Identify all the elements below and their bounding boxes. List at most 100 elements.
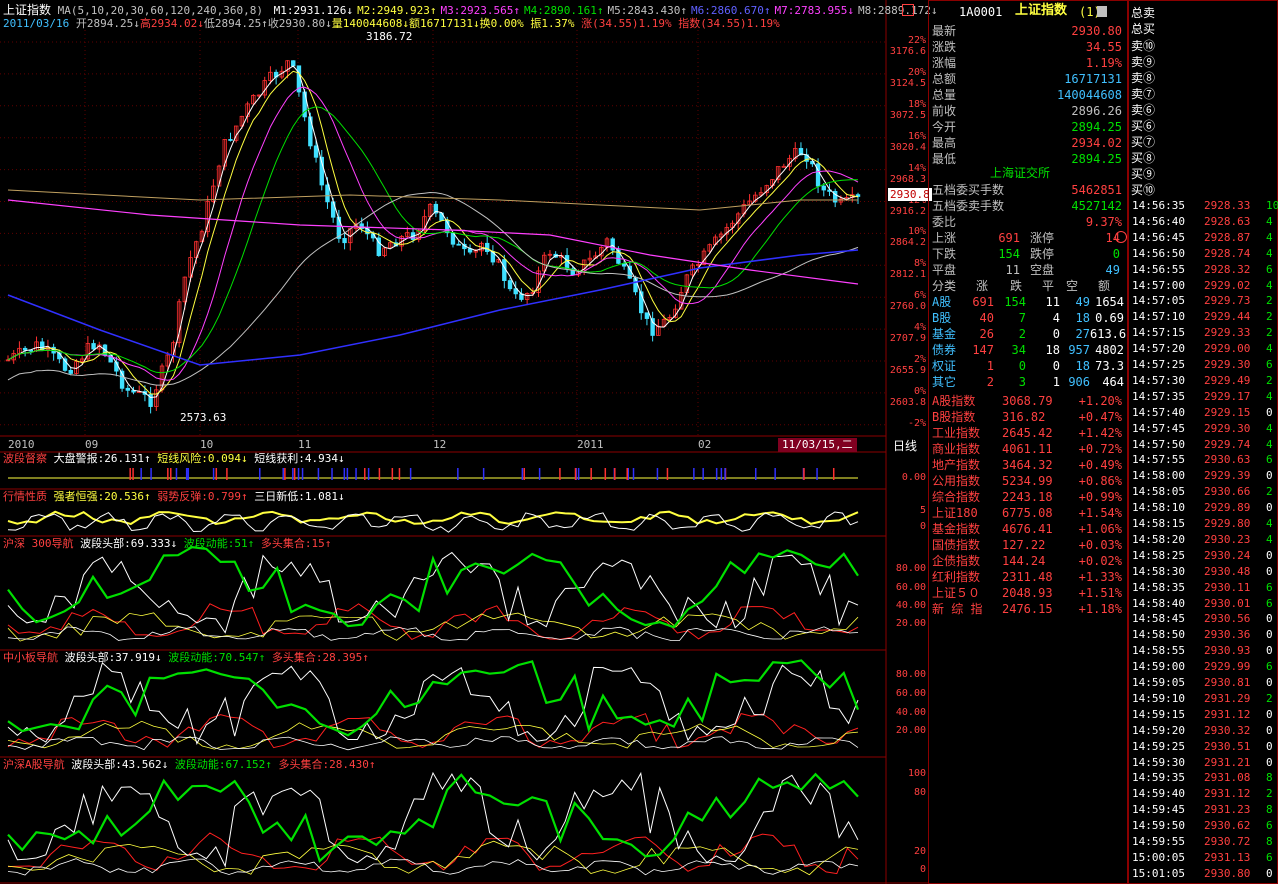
- quote-value: 1.19%: [1085, 56, 1122, 70]
- cat-head-cell: 空: [1066, 279, 1079, 293]
- index-pct: +1.06%: [1078, 522, 1122, 536]
- buy-level: 买⑩: [1131, 183, 1156, 197]
- index-value: 2048.93: [1002, 586, 1053, 600]
- buy-level: 买⑧: [1131, 151, 1156, 165]
- cat-down: 0: [1018, 359, 1026, 373]
- ind1-name[interactable]: 波段督察: [3, 452, 47, 465]
- axis-price: 2968.3: [889, 173, 926, 185]
- tick-amount: 0: [1266, 723, 1273, 737]
- tick-row: 15:01:05 2930.80 0: [1130, 866, 1278, 882]
- cat-empty: 27: [1075, 327, 1090, 341]
- ohlc-open: 开2894.25↓: [75, 17, 140, 30]
- ind5-name[interactable]: 沪深A股导航: [3, 758, 65, 771]
- tick-price: 2929.74: [1204, 437, 1251, 451]
- adv-key1: 平盘: [932, 263, 957, 277]
- tick-time: 14:57:05: [1132, 294, 1185, 308]
- adv-val1: 11: [1005, 263, 1020, 277]
- tick-price: 2929.44: [1204, 310, 1251, 324]
- tick-price: 2929.15: [1204, 405, 1251, 419]
- candle-body: [325, 184, 330, 203]
- tick-price: 2929.39: [1204, 469, 1251, 483]
- expand-icon[interactable]: [1115, 231, 1127, 243]
- tick-amount: 2: [1266, 326, 1273, 340]
- tick-row: 14:57:45 2929.30 4: [1130, 421, 1278, 437]
- tick-amount: 6: [1266, 358, 1273, 371]
- tick-amount: 6: [1266, 580, 1273, 594]
- tick-time: 14:58:10: [1132, 501, 1185, 515]
- candle-body: [228, 139, 233, 141]
- tick-time: 14:56:40: [1132, 214, 1185, 228]
- index-pct: +1.33%: [1078, 570, 1122, 584]
- ind-axis-label: 60.00: [895, 582, 926, 593]
- tick-amount: 0: [1266, 866, 1273, 880]
- quote-menu-icon[interactable]: [1097, 6, 1107, 17]
- index-row: 上证180 6775.08 +1.54%: [930, 505, 1126, 521]
- axis-pct: 16%: [907, 130, 926, 142]
- tick-price: 2929.73: [1204, 294, 1251, 308]
- ind2-l3: 三日新低:1.081↓: [254, 490, 345, 503]
- ma-value: M2:2949.923↑: [357, 4, 437, 17]
- tick-time: 14:59:50: [1132, 819, 1185, 833]
- ma-value: M8:2889.172↓: [857, 4, 938, 17]
- depth-value: 9.37%: [1085, 215, 1122, 229]
- tick-row: 14:57:10 2929.44 2: [1130, 309, 1278, 325]
- tick-row: 14:57:20 2929.00 4: [1130, 341, 1278, 357]
- index-pct: +0.99%: [1078, 490, 1122, 504]
- index-name: 商业指数: [932, 442, 981, 456]
- sell-level: 卖⑨: [1131, 55, 1156, 69]
- tick-amount: 2: [1266, 485, 1273, 499]
- chart-title: 上证指数: [3, 3, 52, 17]
- ind4-name[interactable]: 中小板导航: [3, 651, 58, 664]
- cat-up: 40: [979, 311, 994, 325]
- index-value: 2243.18: [1002, 490, 1053, 504]
- close-chart-icon[interactable]: [902, 4, 914, 16]
- quote-value: 34.55: [1085, 40, 1122, 54]
- tick-amount: 6: [1266, 850, 1273, 864]
- ind5-l2: 波段动能:67.152↑: [174, 758, 272, 771]
- ind2-l1: 强者恒强:20.536↑: [53, 490, 151, 503]
- ma-value: M5:2843.430↑: [607, 4, 687, 17]
- period-label[interactable]: 日线: [893, 439, 917, 453]
- index-value: 316.82: [1002, 410, 1046, 424]
- tick-row: 14:57:40 2929.15 0: [1130, 405, 1278, 421]
- index-pct: +0.47%: [1078, 410, 1122, 424]
- index-pct: +0.02%: [1078, 554, 1122, 568]
- ohlc-turnover: 换0.00%: [479, 17, 524, 30]
- tick-row: 14:58:35 2930.11 6: [1130, 580, 1278, 596]
- tick-price: 2930.72: [1204, 835, 1251, 848]
- ind1-header: 波段督察 大盘警报:26.131↑ 短线风险:0.094↓ 短线获利:4.934…: [3, 452, 345, 466]
- high-annotation: 3186.72: [366, 30, 413, 43]
- candle-body: [610, 238, 615, 251]
- ma-value: M1:2931.126↓: [273, 4, 354, 17]
- tick-time: 14:59:35: [1132, 771, 1185, 785]
- quote-key: 最新: [932, 24, 957, 38]
- tick-time: 14:57:55: [1132, 453, 1185, 467]
- quote-row: 最高 2934.02: [930, 135, 1126, 151]
- tick-price: 2930.01: [1204, 596, 1251, 610]
- tick-row: 14:59:40 2931.12 2: [1130, 786, 1278, 802]
- cat-empty: 906: [1068, 375, 1090, 389]
- tick-time: 14:56:50: [1132, 246, 1185, 260]
- index-pct: +0.03%: [1078, 538, 1122, 552]
- tick-price: 2930.81: [1204, 676, 1251, 689]
- sell-level: 卖⑩: [1131, 39, 1156, 53]
- tick-time: 14:58:40: [1132, 596, 1185, 610]
- time-label: 12: [433, 438, 447, 451]
- tick-amount: 0: [1266, 628, 1273, 642]
- depth-key: 五档委买手数: [932, 183, 1005, 197]
- tick-price: 2930.66: [1204, 485, 1251, 499]
- ind5-header: 沪深A股导航 波段头部:43.562↓ 波段动能:67.152↑ 多头集合:28…: [3, 758, 375, 772]
- depth-row: 委比 9.37%: [930, 214, 1126, 230]
- cat-down: 2: [1018, 327, 1026, 341]
- depth-row: 五档委卖手数 4527142: [930, 198, 1126, 214]
- cat-name: 其它: [932, 375, 957, 389]
- tick-time: 14:58:05: [1132, 485, 1185, 499]
- tick-price: 2929.99: [1204, 660, 1251, 674]
- ohlc-index: 指数(34.55)1.19%: [678, 17, 780, 30]
- ind3-name[interactable]: 沪深 300导航: [3, 537, 74, 550]
- tick-price: 2930.62: [1204, 819, 1251, 833]
- quote-key: 涨跌: [932, 40, 957, 54]
- tick-amount: 6: [1266, 453, 1273, 467]
- ind2-name[interactable]: 行情性质: [3, 490, 47, 503]
- tick-price: 2930.93: [1204, 644, 1251, 658]
